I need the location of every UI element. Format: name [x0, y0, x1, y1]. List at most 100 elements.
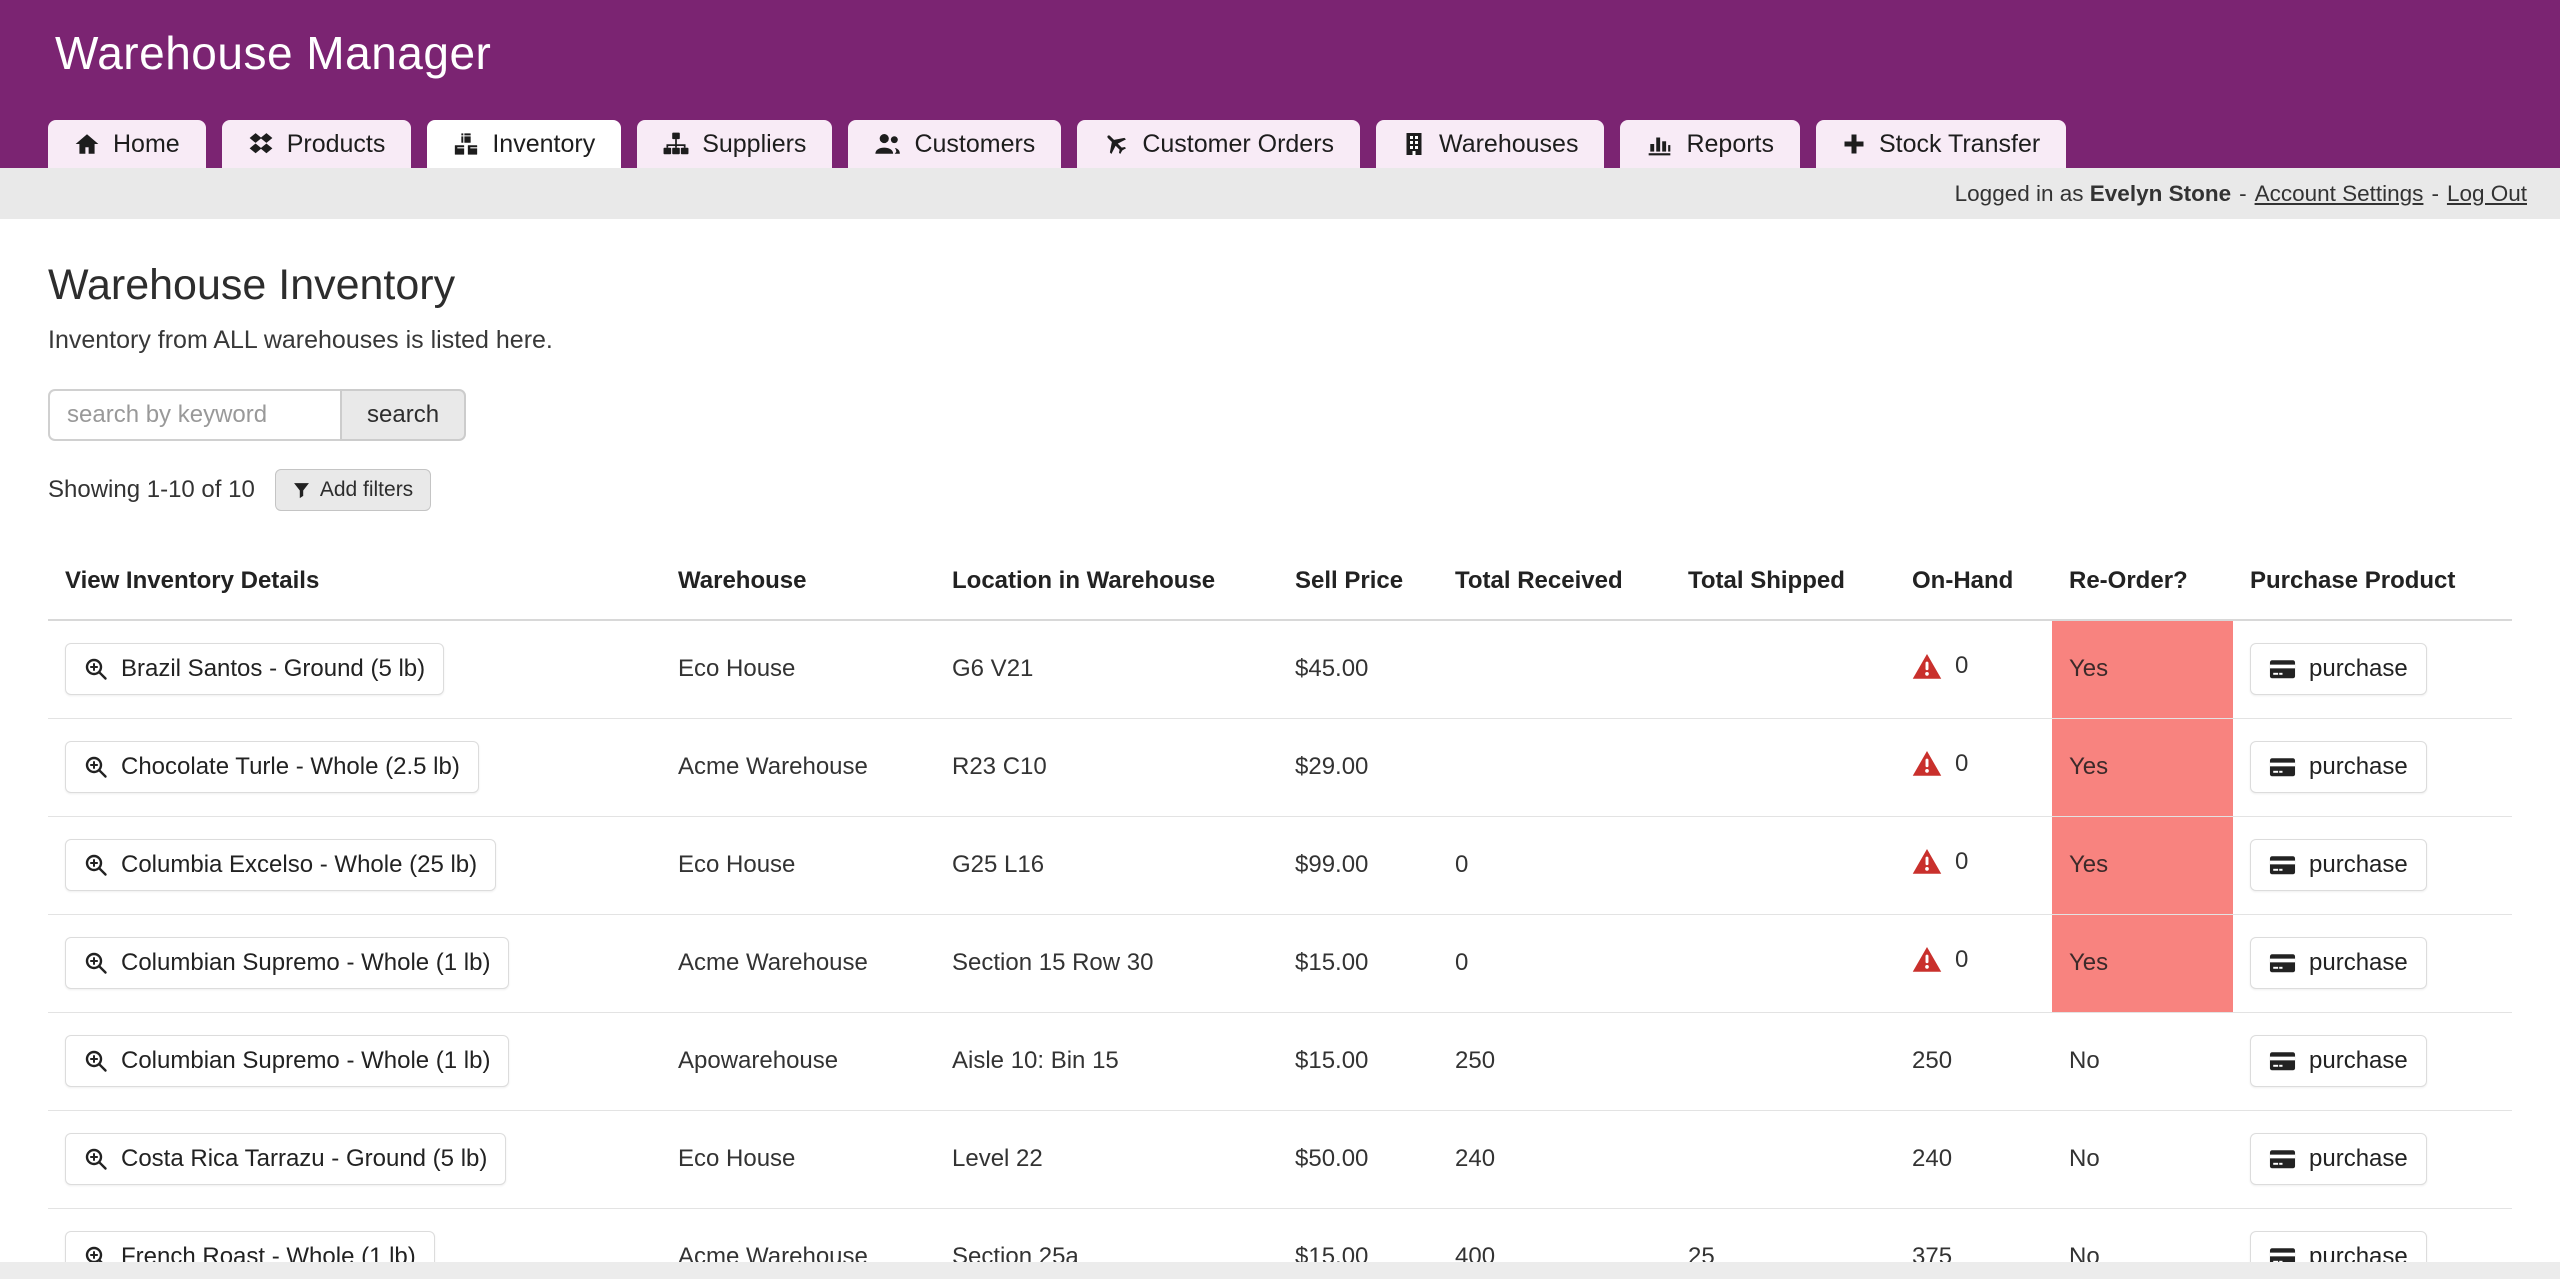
tab-label: Stock Transfer — [1879, 130, 2040, 159]
on-hand-value: 0 — [1955, 750, 1968, 778]
low-stock-warning-icon — [1912, 848, 1942, 875]
credit-card-icon — [2269, 1049, 2296, 1073]
on-hand-cell: 0 — [1895, 718, 2052, 816]
add-filters-label: Add filters — [320, 478, 413, 502]
tab-label: Inventory — [492, 130, 595, 159]
search-plus-icon — [84, 657, 108, 681]
total-received-cell: 240 — [1438, 1110, 1671, 1208]
tab-stock-transfer[interactable]: Stock Transfer — [1816, 120, 2066, 168]
tab-label: Warehouses — [1439, 130, 1578, 159]
filter-funnel-icon — [293, 482, 310, 499]
purchase-cell: purchase — [2233, 914, 2512, 1012]
warehouse-cell: Eco House — [661, 816, 935, 914]
col-warehouse: Warehouse — [661, 545, 935, 620]
warehouse-cell: Acme Warehouse — [661, 718, 935, 816]
reorder-cell: No — [2052, 1110, 2233, 1208]
warehouse-cell: Eco House — [661, 620, 935, 718]
search-plus-icon — [84, 951, 108, 975]
purchase-cell: purchase — [2233, 620, 2512, 718]
view-inventory-details-button[interactable]: Columbian Supremo - Whole (1 lb) — [65, 1035, 509, 1087]
tab-customer-orders[interactable]: Customer Orders — [1077, 120, 1360, 168]
credit-card-icon — [2269, 657, 2296, 681]
sell-price-cell: $29.00 — [1278, 718, 1438, 816]
col-total-received: Total Received — [1438, 545, 1671, 620]
on-hand-value: 240 — [1912, 1145, 1952, 1173]
tab-reports[interactable]: Reports — [1620, 120, 1800, 168]
search-input[interactable] — [48, 389, 340, 441]
purchase-button[interactable]: purchase — [2250, 643, 2427, 695]
reorder-cell: Yes — [2052, 914, 2233, 1012]
logout-link[interactable]: Log Out — [2447, 181, 2527, 207]
col-purchase-product: Purchase Product — [2233, 545, 2512, 620]
view-details-cell: Columbian Supremo - Whole (1 lb) — [48, 914, 661, 1012]
search-button[interactable]: search — [340, 389, 466, 441]
stock-transfer-plus-icon — [1842, 132, 1866, 156]
horizontal-scrollbar[interactable] — [0, 1262, 2560, 1279]
total-received-cell — [1438, 620, 1671, 718]
view-inventory-details-button[interactable]: Costa Rica Tarrazu - Ground (5 lb) — [65, 1133, 506, 1185]
on-hand-value: 250 — [1912, 1047, 1952, 1075]
purchase-button[interactable]: purchase — [2250, 741, 2427, 793]
view-inventory-details-button[interactable]: Columbian Supremo - Whole (1 lb) — [65, 937, 509, 989]
app-title: Warehouse Manager — [55, 26, 491, 80]
inventory-table: View Inventory Details Warehouse Locatio… — [48, 545, 2512, 1279]
tab-home[interactable]: Home — [48, 120, 206, 168]
total-received-cell: 250 — [1438, 1012, 1671, 1110]
sell-price-cell: $45.00 — [1278, 620, 1438, 718]
tab-warehouses[interactable]: Warehouses — [1376, 120, 1604, 168]
tab-customers[interactable]: Customers — [848, 120, 1061, 168]
view-inventory-details-button[interactable]: Brazil Santos - Ground (5 lb) — [65, 643, 444, 695]
account-settings-link[interactable]: Account Settings — [2255, 181, 2424, 207]
col-view-inventory-details: View Inventory Details — [48, 545, 661, 620]
tab-label: Home — [113, 130, 180, 159]
purchase-label: purchase — [2309, 851, 2408, 879]
purchase-button[interactable]: purchase — [2250, 1133, 2427, 1185]
on-hand-value: 0 — [1955, 652, 1968, 680]
session-separator: - — [2431, 181, 2439, 207]
session-bar: Logged in as Evelyn Stone - Account Sett… — [0, 168, 2560, 219]
view-inventory-details-button[interactable]: Columbia Excelso - Whole (25 lb) — [65, 839, 496, 891]
credit-card-icon — [2269, 755, 2296, 779]
location-cell: R23 C10 — [935, 718, 1278, 816]
tab-suppliers[interactable]: Suppliers — [637, 120, 832, 168]
table-header-row: View Inventory Details Warehouse Locatio… — [48, 545, 2512, 620]
on-hand-value: 0 — [1955, 848, 1968, 876]
tab-inventory[interactable]: Inventory — [427, 120, 621, 168]
location-cell: Level 22 — [935, 1110, 1278, 1208]
purchase-cell: purchase — [2233, 1110, 2512, 1208]
main-content: Warehouse Inventory Inventory from ALL w… — [0, 261, 2560, 1279]
tab-label: Products — [287, 130, 386, 159]
total-shipped-cell — [1671, 914, 1895, 1012]
credit-card-icon — [2269, 951, 2296, 975]
product-name: Chocolate Turle - Whole (2.5 lb) — [121, 753, 460, 781]
on-hand-cell: 250 — [1895, 1012, 2052, 1110]
total-shipped-cell — [1671, 1110, 1895, 1208]
search-plus-icon — [84, 853, 108, 877]
suppliers-sitemap-icon — [663, 131, 689, 157]
total-received-cell: 0 — [1438, 816, 1671, 914]
total-received-cell — [1438, 718, 1671, 816]
purchase-button[interactable]: purchase — [2250, 1035, 2427, 1087]
main-nav: Home Products Inventory Suppliers Customers C… — [48, 120, 2066, 168]
view-inventory-details-button[interactable]: Chocolate Turle - Whole (2.5 lb) — [65, 741, 479, 793]
add-filters-button[interactable]: Add filters — [275, 469, 431, 511]
sell-price-cell: $15.00 — [1278, 914, 1438, 1012]
total-shipped-cell — [1671, 816, 1895, 914]
location-cell: Aisle 10: Bin 15 — [935, 1012, 1278, 1110]
purchase-button[interactable]: purchase — [2250, 839, 2427, 891]
warehouses-building-icon — [1402, 131, 1426, 157]
session-user: Evelyn Stone — [2090, 181, 2231, 207]
product-name: Brazil Santos - Ground (5 lb) — [121, 655, 425, 683]
purchase-button[interactable]: purchase — [2250, 937, 2427, 989]
on-hand-cell: 0 — [1895, 914, 2052, 1012]
session-prefix: Logged in as — [1955, 181, 2084, 207]
home-icon — [74, 131, 100, 157]
product-name: Costa Rica Tarrazu - Ground (5 lb) — [121, 1145, 487, 1173]
tab-products[interactable]: Products — [222, 120, 412, 168]
customers-users-icon — [874, 131, 901, 157]
showing-count: Showing 1-10 of 10 — [48, 476, 255, 504]
inventory-row: Columbian Supremo - Whole (1 lb)Acme War… — [48, 914, 2512, 1012]
sell-price-cell: $99.00 — [1278, 816, 1438, 914]
purchase-cell: purchase — [2233, 718, 2512, 816]
purchase-label: purchase — [2309, 753, 2408, 781]
